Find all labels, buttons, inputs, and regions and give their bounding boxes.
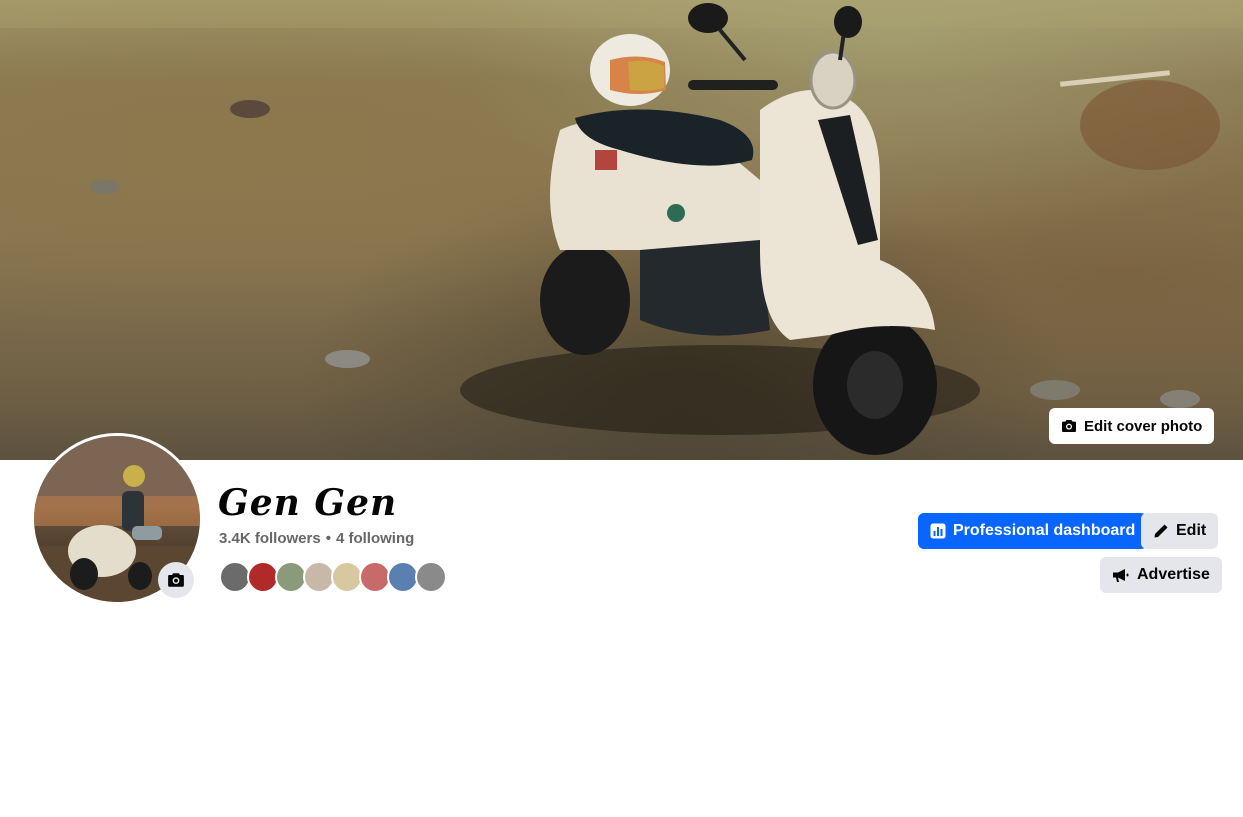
following-link[interactable]: 4 following	[336, 530, 414, 547]
megaphone-icon	[1113, 569, 1129, 582]
professional-dashboard-label: Professional dashboard	[953, 522, 1136, 539]
cover-photo: Edit cover photo	[0, 0, 1243, 460]
camera-icon	[1062, 420, 1076, 432]
follow-stats: 3.4K followers • 4 following	[219, 530, 414, 547]
separator: •	[325, 530, 331, 547]
pencil-icon	[1154, 524, 1168, 538]
camera-icon	[168, 573, 184, 587]
scooter-illustration	[460, 3, 980, 455]
edit-cover-photo-label: Edit cover photo	[1084, 417, 1203, 435]
edit-profile-label: Edit	[1176, 522, 1207, 539]
update-profile-picture-button[interactable]	[158, 562, 194, 598]
edit-profile-button[interactable]: Edit	[1141, 513, 1219, 549]
followers-link[interactable]: 3.4K followers	[219, 530, 321, 547]
chart-icon	[930, 523, 946, 539]
professional-dashboard-button[interactable]: Professional dashboard	[918, 513, 1148, 549]
edit-cover-photo-button[interactable]: Edit cover photo	[1049, 408, 1215, 444]
profile-name: Gen Gen	[218, 482, 398, 524]
advertise-button[interactable]: Advertise	[1100, 557, 1222, 593]
advertise-label: Advertise	[1137, 566, 1210, 583]
friend-avatars	[219, 561, 447, 593]
friend-avatar[interactable]	[415, 561, 447, 593]
